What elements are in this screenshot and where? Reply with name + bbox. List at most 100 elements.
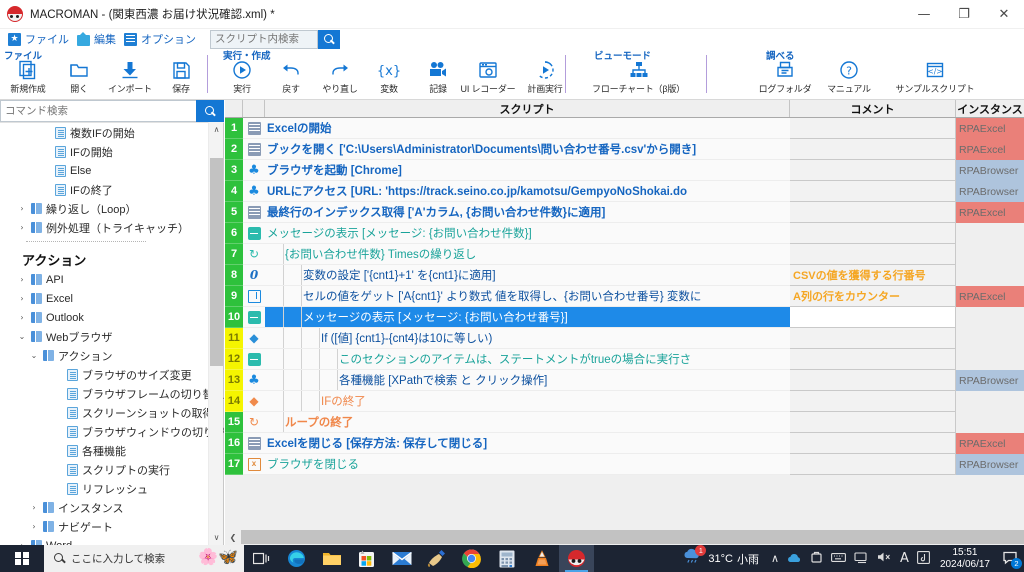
row-comment[interactable]: [790, 244, 956, 265]
tree-item-スクリプトの実行[interactable]: スクリプトの実行: [0, 460, 224, 479]
ribbon-button-variables[interactable]: {x} 変数: [361, 58, 417, 95]
close-button[interactable]: ✕: [984, 0, 1024, 29]
tree-item-スクリーンショットの取得[interactable]: スクリーンショットの取得: [0, 403, 224, 422]
table-row[interactable]: 2 ブックを開く ['C:\Users\Administrator\Documen…: [225, 139, 1024, 160]
row-script-text[interactable]: Excelの開始: [265, 118, 790, 139]
chevron-up-icon[interactable]: ∧: [209, 122, 224, 137]
calculator-icon[interactable]: [489, 545, 524, 572]
tree-item-ナビゲート[interactable]: › ナビゲート: [0, 517, 224, 536]
row-instance[interactable]: [956, 265, 1024, 286]
menu-item-edit[interactable]: 編集: [77, 31, 116, 47]
chevron-toggle-icon[interactable]: ›: [28, 522, 40, 531]
microsoft-store-icon[interactable]: [349, 545, 384, 572]
row-comment[interactable]: CSVの値を獲得する行番号: [790, 265, 956, 286]
ribbon-button-sample-script[interactable]: </> サンプルスクリプト: [880, 58, 990, 95]
ribbon-button-manual[interactable]: ? マニュアル: [818, 58, 880, 95]
row-script-text[interactable]: 変数の設定 ['{cnt1}+1' を{cnt1}に適用]: [265, 265, 790, 286]
ime-A-icon[interactable]: A: [900, 551, 909, 566]
row-instance[interactable]: [956, 307, 1024, 328]
paint-icon[interactable]: [419, 545, 454, 572]
chevron-toggle-icon[interactable]: ⌄: [16, 332, 28, 341]
maximize-button[interactable]: ❐: [944, 0, 984, 29]
script-grid-hscrollbar[interactable]: ❮: [225, 529, 1024, 545]
ribbon-button-redo[interactable]: やり直し: [312, 58, 368, 95]
row-script-text[interactable]: ループの終了: [265, 412, 790, 433]
row-script-text[interactable]: {お問い合わせ件数} Timesの繰り返し: [265, 244, 790, 265]
chevron-toggle-icon[interactable]: ›: [16, 223, 28, 232]
row-script-text[interactable]: URLにアクセス [URL: 'https://track.seino.co.j…: [265, 181, 790, 202]
chevron-toggle-icon[interactable]: ⌄: [28, 351, 40, 360]
tree-item-Outlook[interactable]: › Outlook: [0, 308, 224, 327]
row-comment[interactable]: [790, 118, 956, 139]
table-row[interactable]: 7 ↻ {お問い合わせ件数} Timesの繰り返し: [225, 244, 1024, 265]
row-script-text[interactable]: ブラウザを起動 [Chrome]: [265, 160, 790, 181]
menu-item-options[interactable]: オプション: [124, 31, 196, 47]
command-search-button[interactable]: [196, 100, 224, 122]
chrome-browser-icon[interactable]: [454, 545, 489, 572]
table-row[interactable]: 5 最終行のインデックス取得 ['A'カラム, {お問い合わせ件数}に適用] RPA…: [225, 202, 1024, 223]
header-comment[interactable]: コメント: [790, 100, 956, 117]
tree-item-各種機能[interactable]: 各種機能: [0, 441, 224, 460]
row-script-text[interactable]: メッセージの表示 [メッセージ: {お問い合わせ件数}]: [265, 223, 790, 244]
table-row[interactable]: 9 セルの値をゲット ['A{cnt1}' より数式 値を取得し、{お問い合わせ番…: [225, 286, 1024, 307]
row-comment[interactable]: [790, 349, 956, 370]
row-script-text[interactable]: IFの終了: [265, 391, 790, 412]
row-script-text[interactable]: 各種機能 [XPathで検索 と クリック操作]: [265, 370, 790, 391]
ribbon-button-save[interactable]: 保存: [153, 58, 209, 95]
script-search-button[interactable]: [318, 29, 340, 49]
table-row[interactable]: 8 0 変数の設定 ['{cnt1}+1' を{cnt1}に適用] CSVの値を獲得す…: [225, 265, 1024, 286]
tree-item-Webブラウザ[interactable]: ⌄ Webブラウザ: [0, 327, 224, 346]
minimize-button[interactable]: —: [904, 0, 944, 29]
task-view-icon[interactable]: [244, 545, 279, 572]
taskbar-search-box[interactable]: ここに入力して検索 🌸🦋: [44, 545, 244, 572]
volume-mute-icon[interactable]: [877, 551, 892, 566]
hscrollbar-thumb[interactable]: [241, 530, 1024, 544]
row-comment[interactable]: [790, 160, 956, 181]
command-tree[interactable]: 複数IFの開始 IFの開始 Else IFの終了 › 繰り返し（Loop） › 例外処理（トラ…: [0, 122, 224, 545]
row-comment[interactable]: [790, 202, 956, 223]
network-icon[interactable]: [854, 551, 869, 567]
command-search-input[interactable]: [0, 100, 196, 122]
row-script-text[interactable]: Excelを閉じる [保存方法: 保存して閉じる]: [265, 433, 790, 454]
tree-item-IFの終了[interactable]: IFの終了: [0, 180, 224, 199]
row-instance[interactable]: [956, 328, 1024, 349]
ribbon-button-undo[interactable]: 戻す: [263, 58, 319, 95]
command-tree-scrollbar[interactable]: ∧ ∨: [208, 122, 223, 545]
row-instance[interactable]: [956, 244, 1024, 265]
script-rows[interactable]: 1 Excelの開始 RPAExcel 2 ブックを開く ['C:\Users\Admi…: [225, 118, 1024, 527]
vlc-player-icon[interactable]: [524, 545, 559, 572]
start-button[interactable]: [0, 551, 44, 566]
usb-icon[interactable]: [810, 551, 823, 567]
table-row[interactable]: 4 ♣ URLにアクセス [URL: 'https://track.seino.co…: [225, 181, 1024, 202]
edge-browser-icon[interactable]: [279, 545, 314, 572]
row-comment[interactable]: [790, 370, 956, 391]
row-script-text[interactable]: セルの値をゲット ['A{cnt1}' より数式 値を取得し、{お問い合わせ番号…: [265, 286, 790, 307]
chevron-toggle-icon[interactable]: ›: [28, 503, 40, 512]
row-comment[interactable]: [790, 433, 956, 454]
onedrive-icon[interactable]: [787, 551, 802, 567]
keyboard-icon[interactable]: [831, 552, 846, 566]
table-row[interactable]: 12 このセクションのアイテムは、ステートメントがtrueの場合に実行さ: [225, 349, 1024, 370]
taskbar-clock[interactable]: 15:51 2024/06/17: [940, 547, 990, 571]
chevron-down-icon[interactable]: ∨: [209, 530, 224, 545]
notification-center-button[interactable]: 2: [998, 545, 1024, 572]
row-script-text[interactable]: 最終行のインデックス取得 ['A'カラム, {お問い合わせ件数}に適用]: [265, 202, 790, 223]
mail-icon[interactable]: [384, 545, 419, 572]
ribbon-button-import[interactable]: インポート: [102, 58, 158, 95]
row-instance[interactable]: [956, 223, 1024, 244]
tree-item-複数IFの開始[interactable]: 複数IFの開始: [0, 123, 224, 142]
scrollbar-thumb[interactable]: [210, 158, 223, 366]
table-row[interactable]: 1 Excelの開始 RPAExcel: [225, 118, 1024, 139]
ribbon-button-new[interactable]: 新規作成: [0, 58, 56, 95]
row-comment[interactable]: [790, 454, 956, 475]
row-script-text[interactable]: メッセージの表示 [メッセージ: {お問い合わせ番号}]: [265, 307, 790, 328]
chevron-toggle-icon[interactable]: ›: [16, 275, 28, 284]
row-instance[interactable]: RPAExcel: [956, 118, 1024, 139]
tree-item-ブラウザのサイズ変更[interactable]: ブラウザのサイズ変更: [0, 365, 224, 384]
row-comment[interactable]: [790, 223, 956, 244]
ribbon-button-run[interactable]: 実行: [214, 58, 270, 95]
row-script-text[interactable]: ブックを開く ['C:\Users\Administrator\Document…: [265, 139, 790, 160]
row-instance[interactable]: RPAExcel: [956, 202, 1024, 223]
row-instance[interactable]: RPABrowser: [956, 370, 1024, 391]
chevron-left-icon[interactable]: ❮: [225, 529, 241, 545]
